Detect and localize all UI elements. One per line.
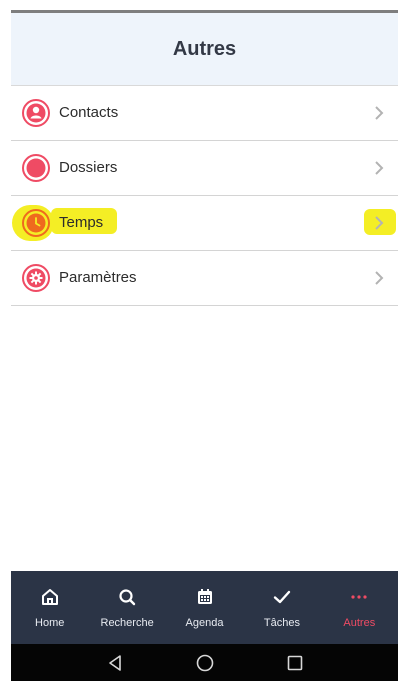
system-nav-bar [11, 644, 398, 681]
nav-item-recherche[interactable]: Recherche [88, 571, 165, 644]
header-bar: Autres [11, 13, 398, 86]
chevron-right-icon [374, 215, 384, 231]
home-circle-icon[interactable] [160, 644, 250, 681]
checkmark-icon [272, 587, 292, 607]
home-icon [40, 587, 60, 607]
back-icon[interactable] [70, 644, 160, 681]
more-dots-icon [349, 587, 369, 607]
menu-item-contacts[interactable]: Contacts [11, 86, 398, 141]
menu-item-dossiers[interactable]: Dossiers [11, 141, 398, 196]
nav-item-autres[interactable]: Autres [321, 571, 398, 644]
menu-list: Contacts Dossiers Temps Paramètres [11, 86, 398, 306]
clock-icon [21, 208, 51, 238]
nav-label: Autres [343, 617, 376, 629]
menu-item-label: Paramètres [59, 269, 137, 286]
nav-item-taches[interactable]: Tâches [243, 571, 320, 644]
contacts-icon [21, 98, 51, 128]
nav-label: Recherche [100, 617, 154, 629]
nav-item-home[interactable]: Home [11, 571, 88, 644]
app-screen: Autres Contacts Dossiers Temps Paramètre… [11, 10, 398, 681]
chevron-right-icon [374, 160, 384, 176]
menu-item-label: Dossiers [59, 159, 118, 176]
menu-item-label: Temps [59, 214, 104, 231]
menu-item-parametres[interactable]: Paramètres [11, 251, 398, 306]
search-icon [117, 587, 137, 607]
calendar-icon [195, 587, 215, 607]
menu-item-label: Contacts [59, 104, 119, 121]
nav-label: Agenda [185, 617, 224, 629]
folder-icon [21, 153, 51, 183]
page-title: Autres [172, 37, 237, 60]
menu-item-temps[interactable]: Temps [11, 196, 398, 251]
chevron-right-icon [374, 105, 384, 121]
nav-item-agenda[interactable]: Agenda [166, 571, 243, 644]
recents-icon[interactable] [250, 644, 340, 681]
chevron-right-icon [374, 270, 384, 286]
bottom-nav: Home Recherche Agenda Tâches Autres [11, 571, 398, 644]
settings-icon [21, 263, 51, 293]
nav-label: Home [35, 617, 65, 629]
nav-label: Tâches [263, 617, 300, 629]
